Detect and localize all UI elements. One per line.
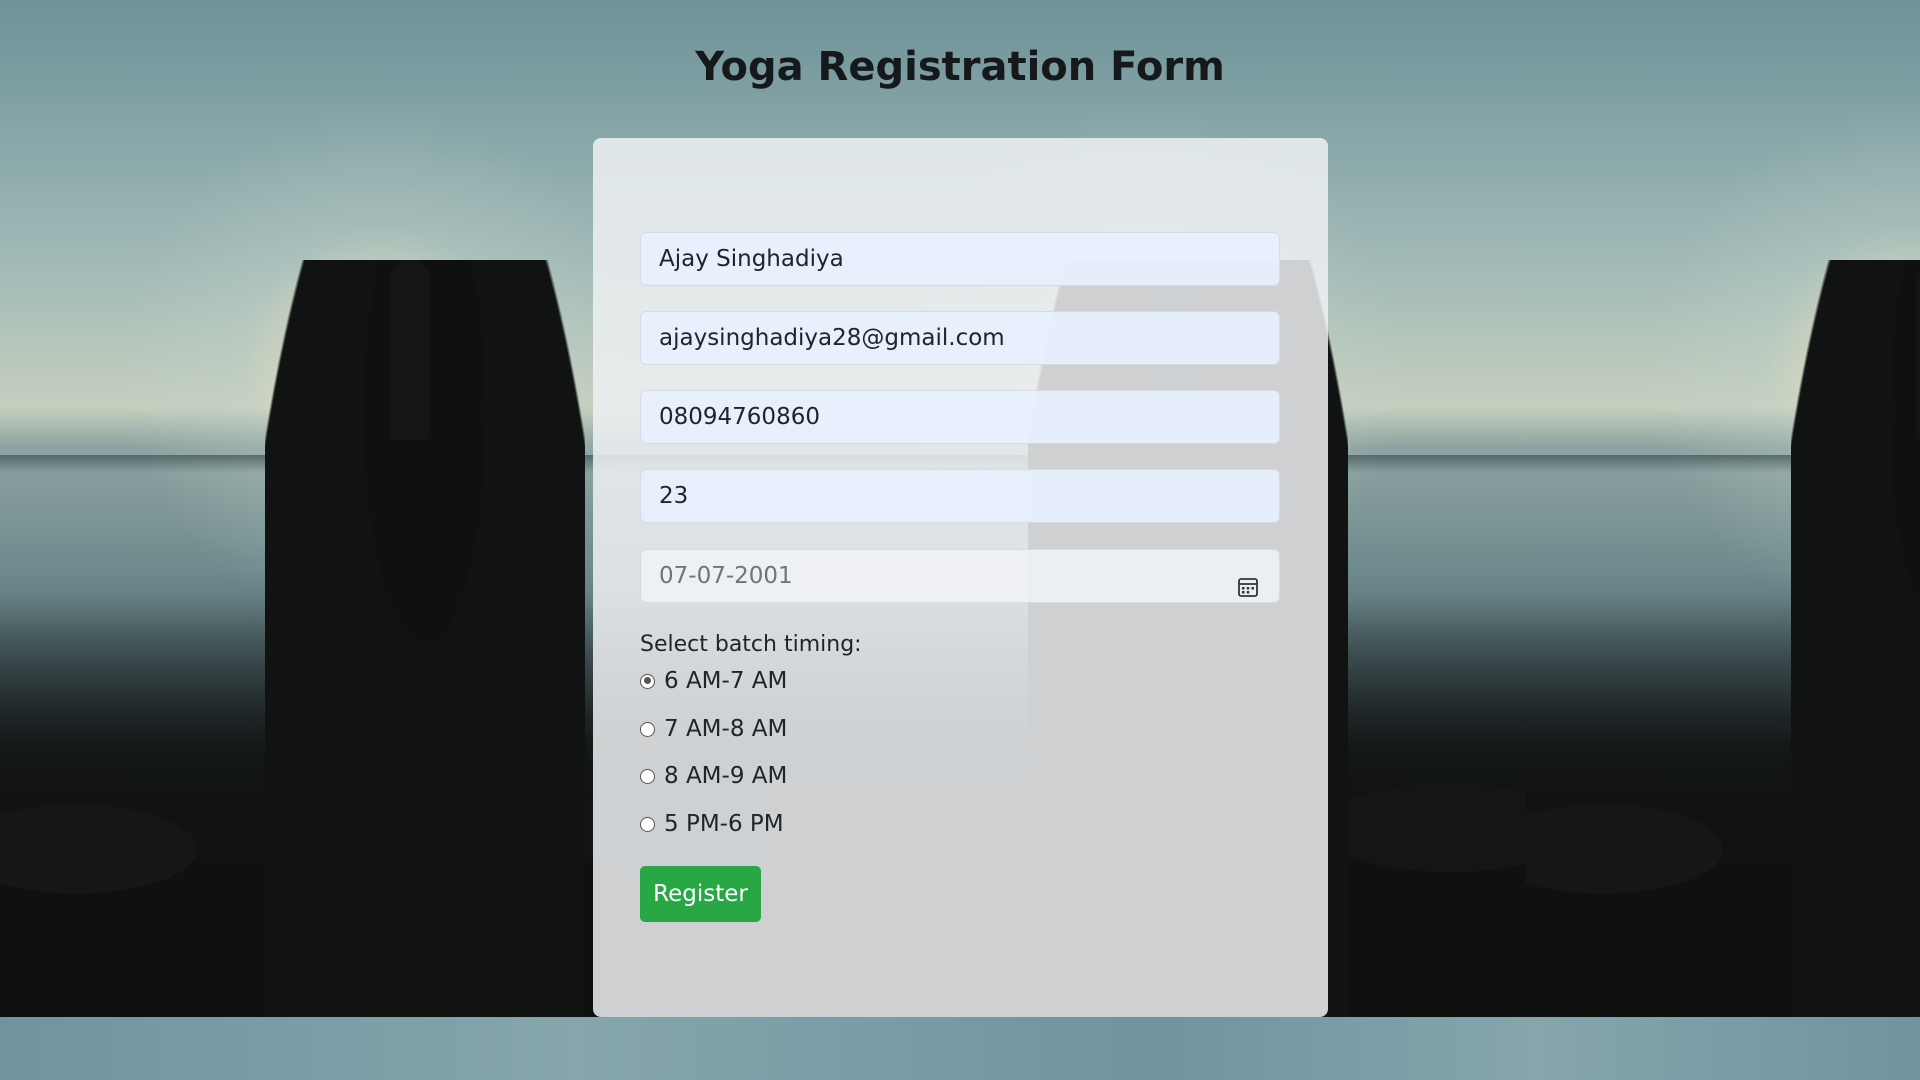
- batch-option-label: 5 PM-6 PM: [664, 811, 784, 837]
- batch-option-7am[interactable]: 7 AM-8 AM: [640, 714, 787, 744]
- registration-form: 07-07-2001 Select batch timing: 6 AM-7 A…: [593, 138, 1328, 1017]
- register-button[interactable]: Register: [640, 866, 761, 922]
- batch-option-8am[interactable]: 8 AM-9 AM: [640, 761, 787, 791]
- dob-field[interactable]: 07-07-2001: [640, 549, 1280, 603]
- calendar-icon[interactable]: [1237, 565, 1259, 597]
- page-title: Yoga Registration Form: [695, 44, 1225, 90]
- radio-button[interactable]: [640, 673, 655, 689]
- name-field[interactable]: [640, 232, 1280, 286]
- radio-button[interactable]: [640, 816, 655, 832]
- batch-timing-label: Select batch timing:: [640, 632, 862, 657]
- dob-value: 07-07-2001: [659, 563, 793, 589]
- email-field[interactable]: [640, 311, 1280, 365]
- batch-option-label: 6 AM-7 AM: [664, 668, 788, 694]
- batch-option-label: 7 AM-8 AM: [664, 716, 788, 742]
- age-field[interactable]: [640, 469, 1280, 523]
- radio-button[interactable]: [640, 768, 655, 784]
- batch-option-6am[interactable]: 6 AM-7 AM: [640, 666, 787, 696]
- radio-button[interactable]: [640, 721, 655, 737]
- batch-option-5pm[interactable]: 5 PM-6 PM: [640, 809, 784, 839]
- batch-option-label: 8 AM-9 AM: [664, 763, 788, 789]
- phone-field[interactable]: [640, 390, 1280, 444]
